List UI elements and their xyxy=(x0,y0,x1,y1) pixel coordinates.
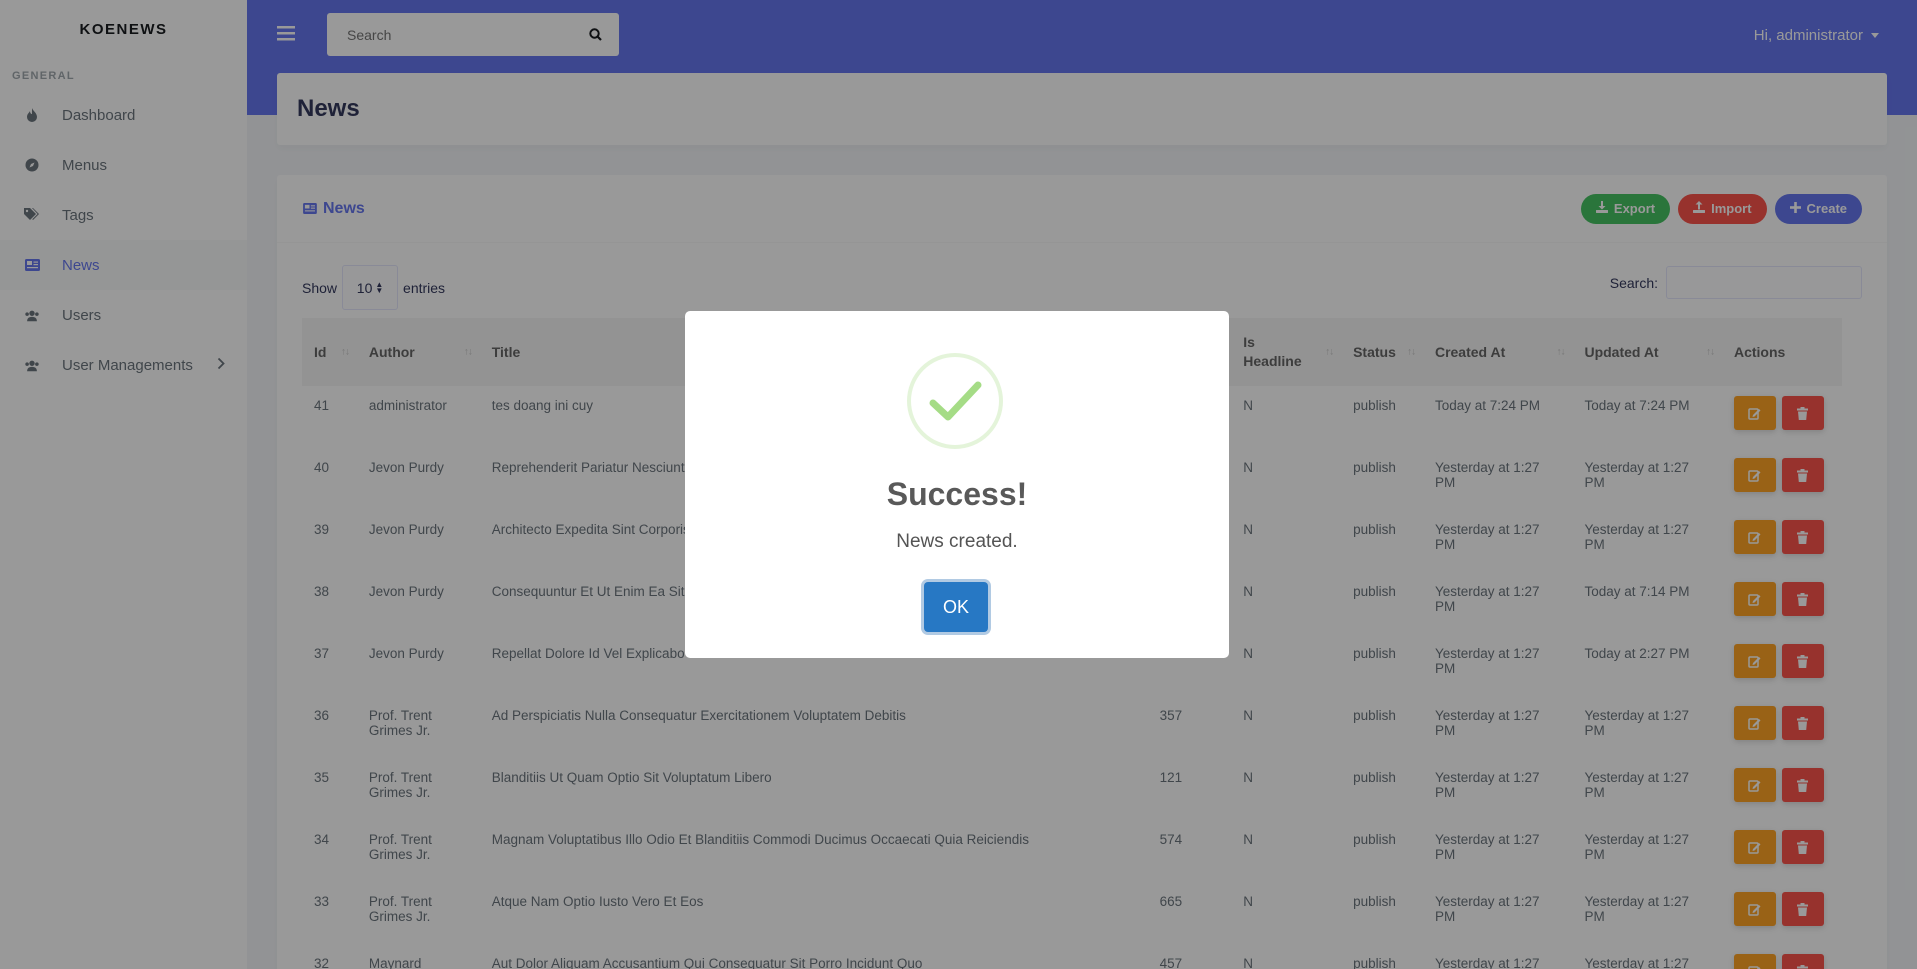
success-check-icon xyxy=(907,353,1003,449)
success-dialog: Success! News created. OK xyxy=(685,311,1229,658)
modal-overlay[interactable]: Success! News created. OK xyxy=(0,0,1917,969)
ok-button[interactable]: OK xyxy=(924,582,988,632)
dialog-message: News created. xyxy=(896,531,1018,552)
dialog-title: Success! xyxy=(886,476,1028,512)
